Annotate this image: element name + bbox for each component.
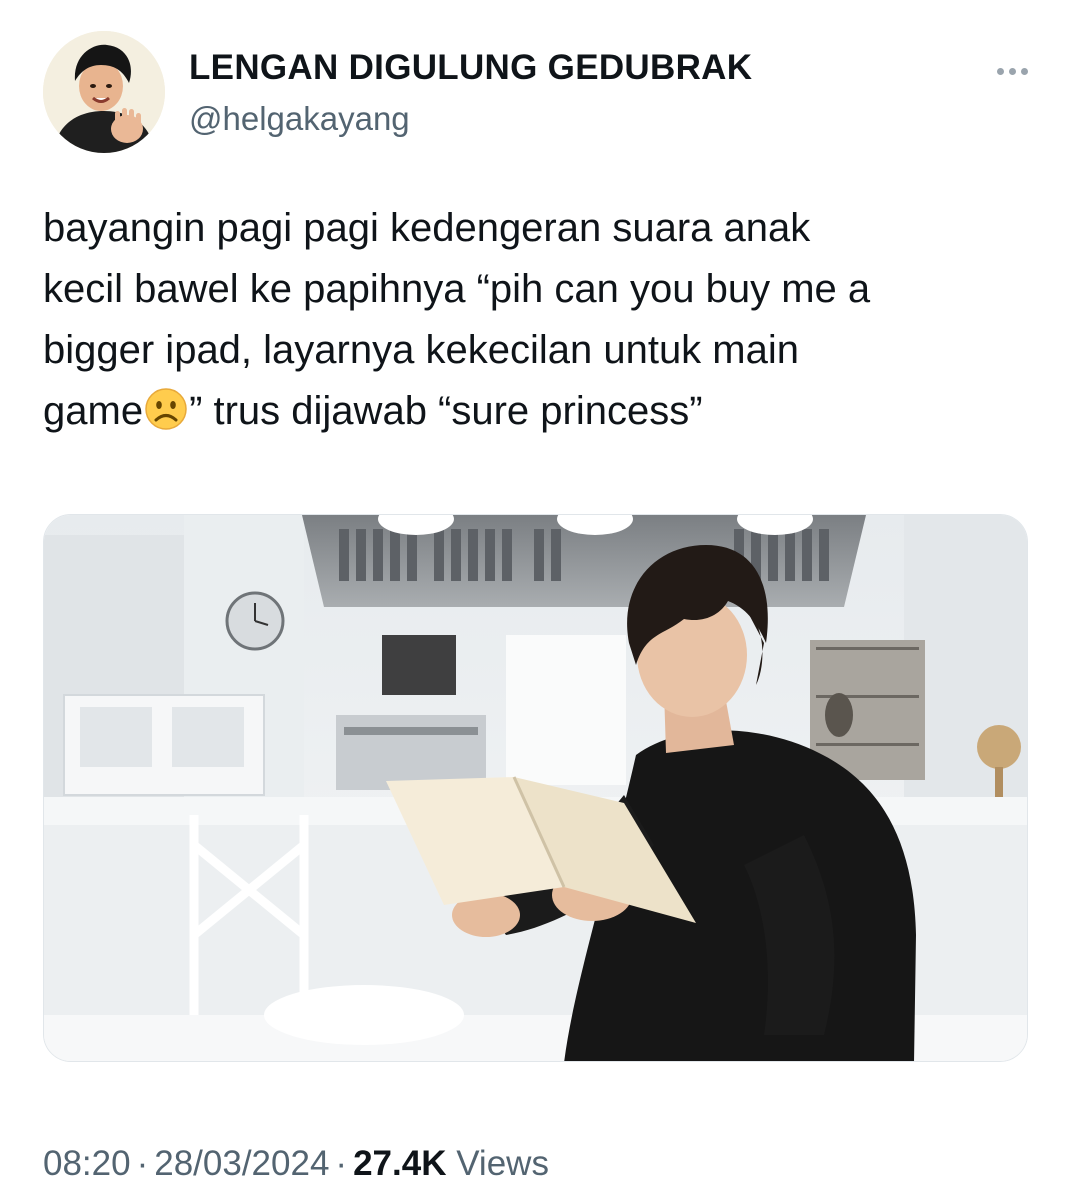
tweet-media-photo[interactable] [43,514,1028,1062]
emoji-glyph: ☹️ [144,387,146,388]
attached-photo-icon [44,515,1027,1061]
tweet-text-line: bigger ipad, layarnya kekecilan untuk ma… [43,328,799,372]
meta-separator: · [335,1144,348,1183]
views-label[interactable]: Views [456,1144,549,1183]
frowning-face-icon: ☹️ [144,387,187,430]
more-dot-icon [1020,67,1028,75]
meta-separator: · [136,1144,149,1183]
tweet-card: LENGAN DIGULUNG GEDUBRAK @helgakayang ba… [0,0,1071,1200]
more-dot-icon [996,67,1004,75]
tweet-text-line: game ☹️ ” trus dijawab “sure princess” [43,381,1043,442]
avatar-photo-icon [43,31,165,153]
more-options-button[interactable] [990,56,1034,86]
more-dot-icon [1008,67,1016,75]
tweet-date[interactable]: 28/03/2024 [154,1144,329,1183]
tweet-text-segment: ” trus dijawab “sure princess” [189,389,703,433]
author-handle[interactable]: @helgakayang [189,100,410,138]
tweet-meta: 08:20 · 28/03/2024 · 27.4K Views [43,1144,549,1184]
tweet-text-line: kecil bawel ke papihnya “pih can you buy… [43,267,871,311]
author-display-name[interactable]: LENGAN DIGULUNG GEDUBRAK [189,48,752,88]
tweet-text: bayangin pagi pagi kedengeran suara anak… [43,198,1043,442]
tweet-text-segment: game [43,389,144,433]
tweet-time[interactable]: 08:20 [43,1144,131,1183]
avatar[interactable] [43,31,165,153]
views-count[interactable]: 27.4K [353,1144,446,1183]
tweet-text-line: bayangin pagi pagi kedengeran suara anak [43,206,811,250]
